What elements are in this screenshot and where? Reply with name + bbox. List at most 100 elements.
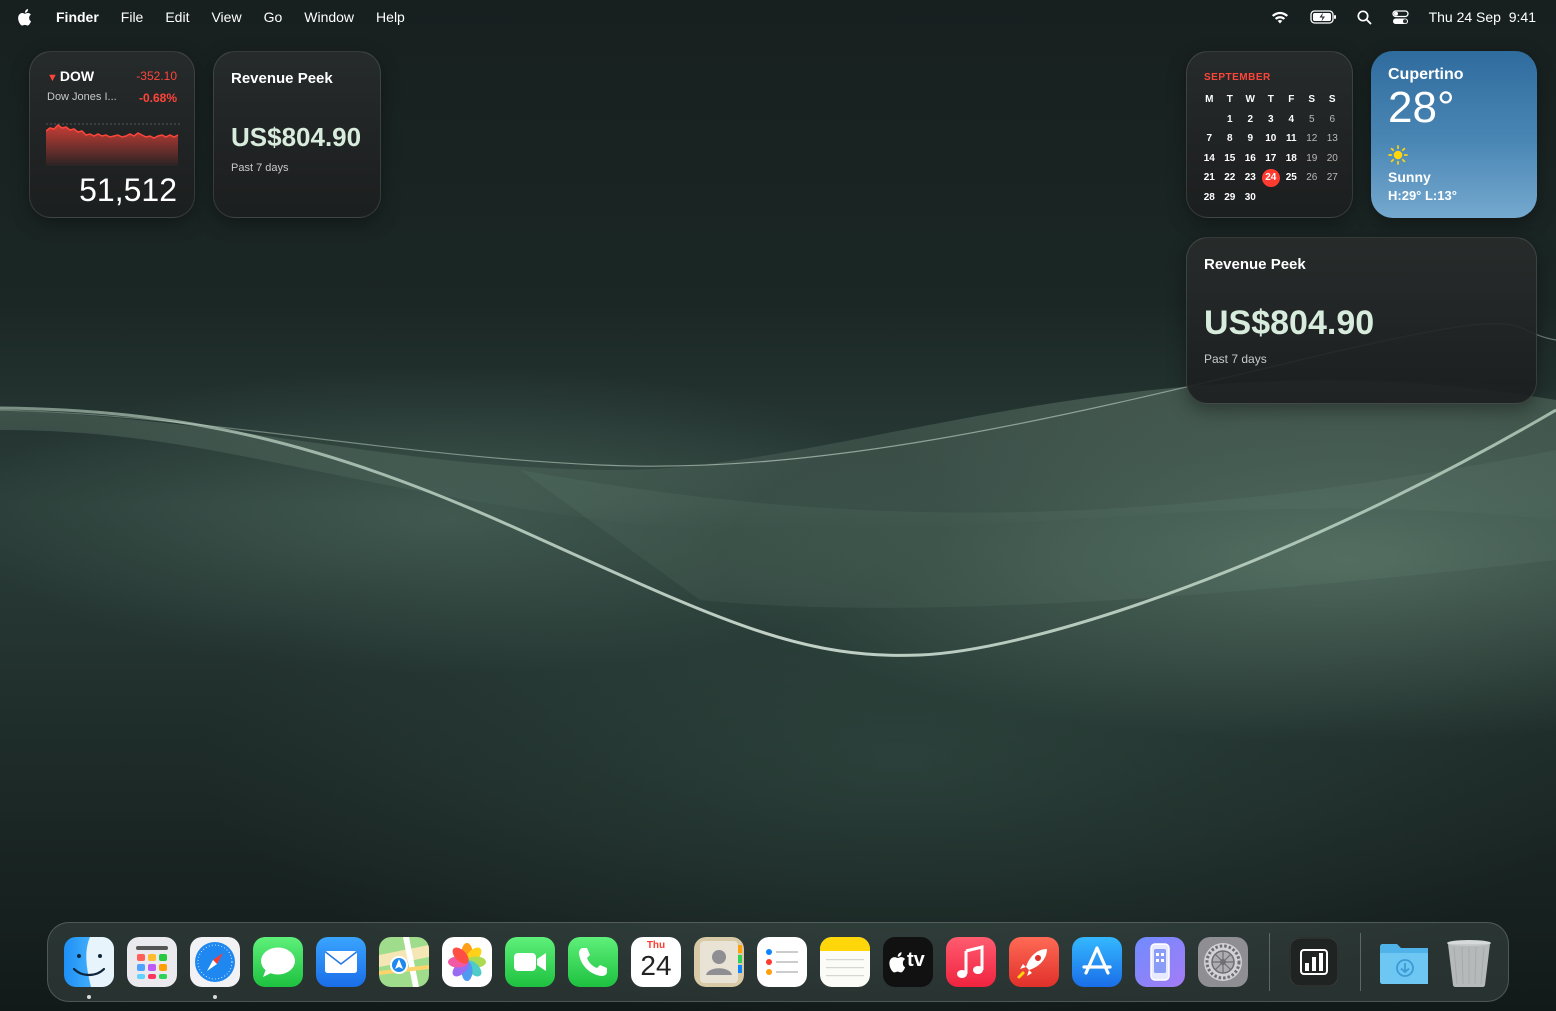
calendar-day: 12: [1306, 133, 1318, 144]
menu-file[interactable]: File: [121, 9, 144, 25]
revenue-title: Revenue Peek: [1204, 256, 1306, 273]
launchpad-icon[interactable]: [127, 937, 177, 987]
calendar-day: 22: [1224, 172, 1236, 183]
calendar-weekday-header: T: [1226, 94, 1233, 105]
weather-high-low: H:29° L:13°: [1388, 188, 1457, 203]
calendar-day: 19: [1306, 152, 1318, 164]
revenue-app-icon[interactable]: [1289, 937, 1339, 987]
calendar-grid: M T W T F S S 1 2 3 4 5 6 7 8 9 10 11 12 13 14 15 16 17 18 19 20 21…: [1199, 90, 1343, 207]
menu-app-name[interactable]: Finder: [56, 9, 99, 25]
rocket-icon[interactable]: [1009, 937, 1059, 987]
control-center-icon[interactable]: [1391, 9, 1409, 25]
stock-price: 51,512: [79, 172, 177, 208]
calendar-day: 30: [1244, 191, 1256, 203]
stock-name: Dow Jones I...: [47, 91, 117, 103]
mail-icon[interactable]: [316, 937, 366, 987]
calendar-icon[interactable]: Thu 24: [631, 937, 681, 987]
calendar-weekday-header: S: [1308, 94, 1316, 105]
calendar-day: 1: [1226, 113, 1233, 125]
app-store-icon[interactable]: [1072, 937, 1122, 987]
calendar-day: 26: [1306, 172, 1318, 183]
downloads-folder-icon[interactable]: [1378, 937, 1428, 987]
stock-symbol-row: ▼ DOW: [47, 68, 94, 84]
wifi-icon[interactable]: [1270, 9, 1290, 25]
calendar-day: 21: [1203, 172, 1215, 183]
search-icon[interactable]: [1357, 9, 1372, 25]
calendar-day: 25: [1285, 172, 1297, 183]
stock-symbol: DOW: [59, 68, 95, 84]
calendar-day: 2: [1247, 113, 1254, 125]
dock-separator: [1269, 933, 1270, 991]
calendar-day: 13: [1326, 133, 1338, 144]
menu-edit[interactable]: Edit: [165, 9, 189, 25]
calendar-weekday-header: T: [1267, 94, 1274, 105]
apple-tv-icon[interactable]: tv: [883, 937, 933, 987]
calendar-day: 6: [1329, 113, 1336, 125]
weather-temperature: 28°: [1388, 83, 1455, 132]
iphone-mirroring-icon[interactable]: [1135, 937, 1185, 987]
revenue-subtitle: Past 7 days: [1204, 352, 1267, 366]
calendar-day: 15: [1224, 152, 1236, 164]
battery-icon[interactable]: [1309, 10, 1337, 24]
revenue-subtitle: Past 7 days: [231, 162, 289, 174]
revenue-value: US$804.90: [231, 122, 362, 152]
calendar-day: 4: [1288, 113, 1295, 125]
safari-icon[interactable]: [190, 937, 240, 987]
stock-change: -352.10: [136, 69, 177, 83]
menu-view[interactable]: View: [211, 9, 241, 25]
calendar-day: 7: [1206, 133, 1213, 144]
system-settings-icon[interactable]: [1198, 937, 1248, 987]
calendar-day: 27: [1326, 172, 1338, 183]
dock: Thu 24 tv: [47, 922, 1509, 1002]
apple-menu-icon[interactable]: [18, 8, 34, 26]
calendar-day: 10: [1265, 133, 1277, 144]
messages-icon[interactable]: [253, 937, 303, 987]
calendar-weekday-header: M: [1205, 94, 1214, 105]
contacts-icon[interactable]: [694, 937, 744, 987]
sun-icon: [1388, 145, 1408, 170]
maps-icon[interactable]: [379, 937, 429, 987]
calendar-day: 23: [1244, 172, 1256, 183]
calendar-day: 20: [1326, 152, 1338, 164]
menu-go[interactable]: Go: [264, 9, 283, 25]
calendar-weekday-header: S: [1328, 94, 1336, 105]
revenue-widget-small[interactable]: Revenue Peek US$804.90 Past 7 days: [213, 51, 381, 218]
down-triangle-icon: ▼: [47, 72, 58, 84]
weather-widget[interactable]: Cupertino 28° Sunny H:29° L:13°: [1371, 51, 1537, 218]
phone-icon[interactable]: [568, 937, 618, 987]
menu-bar: Finder File Edit View Go Window Help Thu…: [0, 0, 1556, 34]
running-indicator: [87, 995, 91, 999]
menu-help[interactable]: Help: [376, 9, 405, 25]
calendar-day: 28: [1203, 191, 1215, 203]
apple-tv-label: tv: [907, 949, 925, 971]
calendar-day: 8: [1226, 133, 1233, 144]
calendar-day: 18: [1285, 152, 1297, 164]
revenue-value: US$804.90: [1204, 304, 1375, 342]
reminders-icon[interactable]: [757, 937, 807, 987]
weather-city: Cupertino: [1388, 66, 1464, 83]
calendar-day: 17: [1265, 152, 1277, 164]
revenue-title: Revenue Peek: [231, 70, 333, 87]
menu-bar-clock[interactable]: Thu 24 Sep 9:41: [1429, 9, 1536, 25]
calendar-day: 29: [1224, 191, 1236, 203]
facetime-icon[interactable]: [505, 937, 555, 987]
weather-condition: Sunny: [1388, 169, 1431, 185]
photos-icon[interactable]: [442, 937, 492, 987]
notes-icon[interactable]: [820, 937, 870, 987]
stock-percent: -0.68%: [138, 91, 177, 105]
calendar-weekday-header: F: [1288, 94, 1295, 105]
calendar-day: 16: [1244, 152, 1256, 164]
music-icon[interactable]: [946, 937, 996, 987]
menu-window[interactable]: Window: [304, 9, 354, 25]
stock-sparkline: [46, 123, 180, 166]
revenue-widget-medium[interactable]: Revenue Peek US$804.90 Past 7 days: [1186, 237, 1537, 404]
calendar-day: 9: [1247, 133, 1254, 144]
calendar-today: 24: [1261, 169, 1280, 187]
calendar-day: 14: [1203, 152, 1215, 164]
stocks-widget[interactable]: ▼ DOW -352.10 Dow Jones I... -0.68% 51,51…: [29, 51, 195, 218]
finder-icon[interactable]: [64, 937, 114, 987]
calendar-widget[interactable]: SEPTEMBER M T W T F S S 1 2 3 4 5 6 7 8 9 10 11 12 13 14 15 16…: [1186, 51, 1353, 218]
calendar-day: 11: [1285, 133, 1297, 144]
trash-icon[interactable]: [1444, 937, 1494, 987]
calendar-day: 5: [1308, 113, 1315, 125]
